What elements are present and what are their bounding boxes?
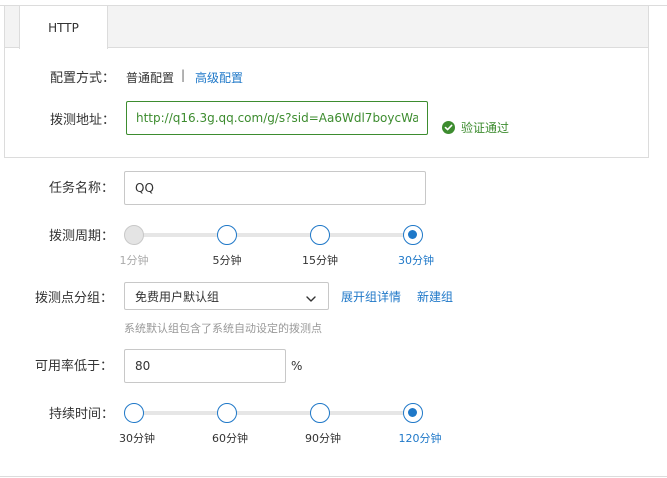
validation-status: 验证通过: [442, 119, 509, 136]
duration-knob-120min[interactable]: [403, 403, 423, 423]
probe-period-knob-15min[interactable]: [310, 225, 330, 245]
probe-period-knob-30min[interactable]: [403, 225, 423, 245]
expand-group-details-link[interactable]: 展开组详情: [341, 288, 401, 305]
duration-knob-30min[interactable]: [124, 403, 144, 423]
new-group-link[interactable]: 新建组: [417, 288, 453, 305]
duration-tick-90min: 90分钟: [305, 432, 341, 445]
probe-group-select[interactable]: 免费用户默认组: [124, 282, 329, 310]
probe-period-label: 拨测周期：: [49, 229, 115, 244]
probe-period-tick-5min: 5分钟: [212, 254, 242, 267]
bottom-divider: [0, 476, 667, 477]
duration-tick-30min: 30分钟: [119, 432, 155, 445]
config-separator: |: [181, 68, 186, 82]
advanced-config-link[interactable]: 高级配置: [195, 69, 243, 86]
duration-knob-60min[interactable]: [217, 403, 237, 423]
probe-period-knob-5min[interactable]: [217, 225, 237, 245]
task-name-input[interactable]: [124, 171, 426, 205]
availability-input[interactable]: [124, 349, 286, 383]
availability-unit: %: [291, 359, 303, 373]
duration-knob-90min[interactable]: [310, 403, 330, 423]
probe-group-hint: 系统默认组包含了系统自动设定的拨测点: [124, 322, 322, 335]
tab-http[interactable]: HTTP: [19, 6, 108, 49]
probe-period-slider-track[interactable]: [134, 233, 412, 237]
probe-group-label: 拨测点分组：: [35, 291, 114, 306]
http-config-panel: HTTP 配置方式： 普通配置 | 高级配置 拨测地址： 验证通过: [4, 6, 649, 158]
probe-period-tick-30min: 30分钟: [398, 254, 434, 267]
probe-url-input[interactable]: [126, 101, 428, 135]
normal-config-option[interactable]: 普通配置: [126, 69, 174, 86]
validation-text: 验证通过: [461, 121, 510, 135]
chevron-down-icon: [306, 292, 316, 306]
duration-tick-120min: 120分钟: [398, 432, 442, 445]
check-circle-icon: [442, 121, 455, 134]
probe-group-selected: 免费用户默认组: [135, 289, 220, 304]
probe-url-label: 拨测地址：: [50, 113, 116, 128]
duration-slider-track[interactable]: [134, 411, 412, 415]
duration-tick-60min: 60分钟: [212, 432, 248, 445]
probe-period-tick-1min: 1分钟: [119, 254, 149, 267]
task-name-label: 任务名称：: [49, 181, 115, 196]
config-mode-label: 配置方式：: [50, 71, 116, 86]
tab-http-label: HTTP: [48, 20, 79, 35]
tab-strip: HTTP: [5, 6, 648, 49]
probe-period-knob-1min: [124, 225, 144, 245]
duration-label: 持续时间：: [49, 407, 115, 422]
probe-period-tick-15min: 15分钟: [302, 254, 338, 267]
availability-label: 可用率低于：: [35, 359, 114, 374]
